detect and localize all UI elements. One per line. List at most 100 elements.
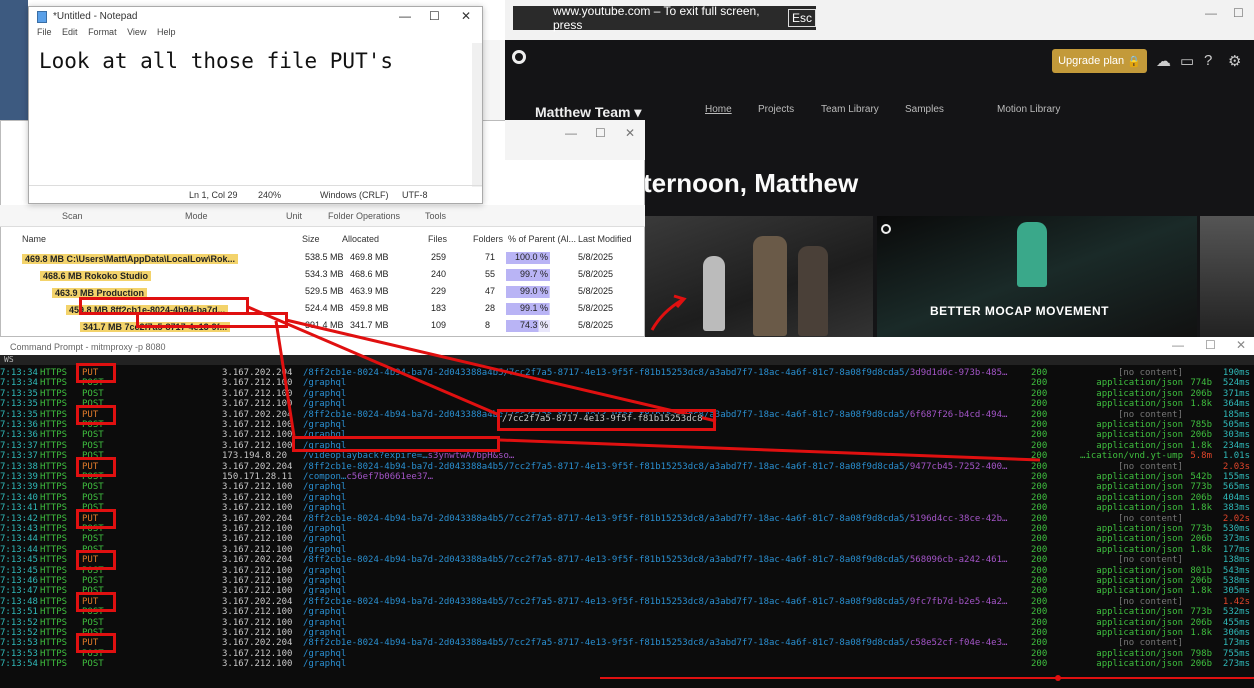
col-size[interactable]: Size xyxy=(302,234,320,244)
greeting-heading: ternoon, Matthew xyxy=(643,168,859,198)
notepad-title: *Untitled - Notepad xyxy=(53,11,138,22)
minimize-icon[interactable]: — xyxy=(1172,338,1184,352)
col-name[interactable]: Name xyxy=(22,234,46,244)
nav-samples[interactable]: Samples xyxy=(905,104,944,115)
folder-name-label: 341.7 MB 7cc2f7a5-8717-4e13-9f... xyxy=(80,322,231,332)
col-folders[interactable]: Folders xyxy=(473,234,503,244)
percent-of-parent: 99.7 % xyxy=(506,269,550,281)
encoding: UTF-8 xyxy=(402,190,428,200)
maximize-icon[interactable]: ☐ xyxy=(429,9,440,23)
folder-size: 391.4 MB xyxy=(305,320,344,330)
folder-files: 109 xyxy=(431,320,447,330)
flow-path: /graphql xyxy=(303,659,347,670)
tree-row[interactable]: 469.8 MB C:\Users\Matt\AppData\LocalLow\… xyxy=(0,250,645,266)
close-icon[interactable]: ✕ xyxy=(461,9,471,23)
cmd-title: Command Prompt - mitmproxy -p 8080 xyxy=(10,342,166,352)
folder-allocated: 341.7 MB xyxy=(350,320,389,330)
last-modified: 5/8/2025 xyxy=(578,303,614,313)
last-modified: 5/8/2025 xyxy=(578,320,614,330)
upgrade-plan-button[interactable]: Upgrade plan 🔒 xyxy=(1052,49,1147,73)
percent-of-parent: 74.3 % xyxy=(506,320,550,332)
flow-content-type: application/json xyxy=(1096,659,1183,670)
nav-projects[interactable]: Projects xyxy=(758,104,794,115)
cmd-titlebar: Command Prompt - mitmproxy -p 8080 — ☐ ✕ xyxy=(0,337,1254,355)
tree-row[interactable]: 468.6 MB Rokoko Studio 534.3 MB 468.6 MB 24… xyxy=(0,267,645,283)
flow-time: 7:13:54 xyxy=(0,659,38,670)
video-card-mocap[interactable] xyxy=(643,216,873,337)
nav-home[interactable]: Home xyxy=(705,104,732,115)
notepad-menubar: File Edit Format View Help xyxy=(29,27,482,43)
menu-view[interactable]: View xyxy=(127,27,146,37)
col-files[interactable]: Files xyxy=(428,234,447,244)
flow-row[interactable]: 7:13:54 HTTPS POST 3.167.212.100/graphql 200… xyxy=(0,658,1254,670)
folder-name: 459.8 MB 8ff2cb1e-8024-4b94-ba7d... xyxy=(66,303,229,315)
folder-count: 8 xyxy=(485,320,491,330)
gear-icon[interactable]: ⚙ xyxy=(1228,52,1241,70)
tree-row[interactable]: 341.7 MB 7cc2f7a5-8717-4e13-9f... 391.4 M… xyxy=(0,318,645,334)
folder-files: 240 xyxy=(431,269,447,279)
controller-icon[interactable]: ▭ xyxy=(1180,52,1194,70)
last-modified: 5/8/2025 xyxy=(578,252,614,262)
green-figure xyxy=(1017,222,1047,287)
maximize-icon[interactable]: ☐ xyxy=(1233,6,1244,20)
folder-files: 229 xyxy=(431,286,447,296)
flow-host: 3.167.212.100 xyxy=(222,659,293,670)
folder-name-label: 459.8 MB 8ff2cb1e-8024-4b94-ba7d... xyxy=(66,305,229,315)
last-modified: 5/8/2025 xyxy=(578,269,614,279)
folder-size: 524.4 MB xyxy=(305,303,344,313)
maximize-icon[interactable]: ☐ xyxy=(1205,338,1216,352)
tree-row[interactable]: 459.8 MB 8ff2cb1e-8024-4b94-ba7d... 524.4… xyxy=(0,301,645,317)
flow-status-code: 200 xyxy=(1031,659,1048,670)
folder-name: 463.9 MB Production xyxy=(52,286,148,298)
ribbon-folder-operations: Folder Operations xyxy=(328,211,401,221)
percent-of-parent: 99.0 % xyxy=(506,286,550,298)
team-selector[interactable]: Matthew Team ▾ xyxy=(535,104,641,121)
menu-file[interactable]: File xyxy=(37,27,52,37)
flow-protocol: HTTPS xyxy=(40,659,68,670)
armored-figure-2 xyxy=(798,246,828,336)
menu-help[interactable]: Help xyxy=(157,27,176,37)
team-name: Matthew Team xyxy=(535,104,631,120)
command-prompt-window: Command Prompt - mitmproxy -p 8080 — ☐ ✕… xyxy=(0,337,1254,688)
folder-name-label: 469.8 MB C:\Users\Matt\AppData\LocalLow\… xyxy=(22,254,239,264)
percent-of-parent: 100.0 % xyxy=(506,252,550,264)
flow-duration: 273ms xyxy=(1222,659,1250,670)
folder-count: 55 xyxy=(485,269,496,279)
mannequin-figure xyxy=(703,256,725,331)
nav-motion-library[interactable]: Motion Library xyxy=(997,104,1060,115)
folder-allocated: 469.8 MB xyxy=(350,252,389,262)
col-last-modified[interactable]: Last Modified xyxy=(578,234,632,244)
zoom-level: 240% xyxy=(258,190,282,200)
notepad-text-area[interactable]: Look at all those file PUT's xyxy=(39,49,393,73)
minimize-icon[interactable]: — xyxy=(565,126,577,140)
minimize-icon[interactable]: — xyxy=(399,9,411,23)
menu-edit[interactable]: Edit xyxy=(62,27,78,37)
app-logo-icon[interactable] xyxy=(512,50,526,64)
upgrade-plan-label: Upgrade plan xyxy=(1058,55,1125,67)
ribbon-scan: Scan xyxy=(62,211,83,221)
folder-allocated: 459.8 MB xyxy=(350,303,389,313)
ribbon-group-labels: Scan Mode Unit Folder Operations Tools xyxy=(0,205,645,227)
windirstat-titlebar: — ☐ ✕ xyxy=(505,120,645,160)
folder-name: 341.7 MB 7cc2f7a5-8717-4e13-9f... xyxy=(80,320,231,332)
folder-files: 259 xyxy=(431,252,447,262)
col-allocated[interactable]: Allocated xyxy=(342,234,379,244)
notepad-scrollbar[interactable] xyxy=(472,43,482,187)
cloud-icon[interactable]: ☁ xyxy=(1156,52,1171,70)
minimize-icon[interactable]: — xyxy=(1205,6,1217,20)
menu-format[interactable]: Format xyxy=(88,27,117,37)
video-card-partial[interactable] xyxy=(1200,216,1254,337)
maximize-icon[interactable]: ☐ xyxy=(595,126,606,140)
close-icon[interactable]: ✕ xyxy=(625,126,635,140)
line-endings: Windows (CRLF) xyxy=(320,190,389,200)
close-icon[interactable]: ✕ xyxy=(1236,338,1246,352)
nav-team-library[interactable]: Team Library xyxy=(821,104,879,115)
folder-name: 468.6 MB Rokoko Studio xyxy=(40,269,152,281)
cursor-position: Ln 1, Col 29 xyxy=(189,190,238,200)
video-card-better-mocap[interactable]: BETTER MOCAP MOVEMENT xyxy=(877,216,1197,337)
col-percent-parent[interactable]: % of Parent (Al... xyxy=(508,234,576,244)
tree-row[interactable]: 463.9 MB Production 529.5 MB 463.9 MB 229 47… xyxy=(0,284,645,300)
notepad-statusbar: Ln 1, Col 29 240% Windows (CRLF) UTF-8 xyxy=(29,185,482,203)
help-icon[interactable]: ? xyxy=(1204,52,1212,69)
folder-count: 28 xyxy=(485,303,496,313)
